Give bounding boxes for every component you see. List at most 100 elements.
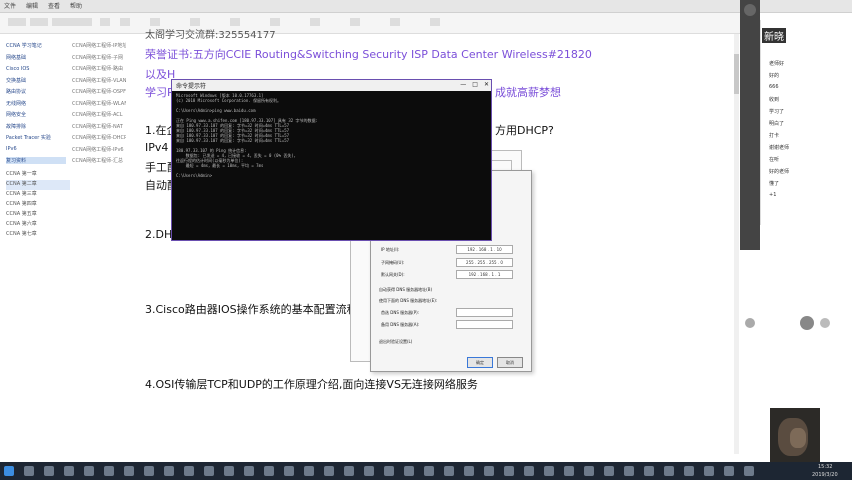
menu-edit[interactable]: 编辑 [26,1,38,10]
list-item[interactable]: CCNA 学习笔记 CCNA网络工程师-IP地址 [6,40,134,52]
page-item[interactable]: CCNA 第一章 [6,170,70,180]
page-item[interactable]: CCNA 第三章 [6,190,70,200]
page-item-selected[interactable]: CCNA 第二章 [6,180,70,190]
app-icon[interactable] [644,466,654,476]
list-item[interactable]: Cisco IOS CCNA网络工程师-路由 [6,63,134,75]
app-icon[interactable] [84,466,94,476]
gateway-field[interactable]: 192 . 168 . 1 . 1 [456,270,513,279]
page-item[interactable]: CCNA 第五章 [6,210,70,220]
toolbar-button[interactable] [120,18,130,26]
minimize-icon[interactable]: — [460,81,466,88]
page-list: CCNA 第一章 CCNA 第二章 CCNA 第三章 CCNA 第四章 CCNA… [6,170,70,240]
app-icon[interactable] [344,466,354,476]
toolbar-button[interactable] [30,18,48,26]
ip-address-field[interactable]: 192 . 168 . 1 . 10 [456,245,513,254]
ok-button[interactable]: 确定 [467,357,493,368]
start-icon[interactable] [4,466,14,476]
list-item[interactable]: 网络安全 CCNA网络工程师-ACL [6,109,134,121]
ip-address-label: IP 地址(I): [381,247,400,252]
subnet-mask-field[interactable]: 255 . 255 . 255 . 0 [456,258,513,267]
app-icon[interactable] [604,466,614,476]
toolbar-button[interactable] [100,18,110,26]
close-icon[interactable]: ✕ [484,81,489,88]
taskview-icon[interactable] [44,466,54,476]
list-item[interactable]: 交换基础 CCNA网络工程师-VLAN [6,75,134,87]
clock-date[interactable]: 2019/3/20 [812,472,838,478]
app-icon[interactable] [424,466,434,476]
auto-dns-radio[interactable]: 自动获得 DNS 服务器地址(B) [379,287,432,293]
app-icon[interactable] [184,466,194,476]
app-icon[interactable] [324,466,334,476]
chat-panel: 老师好 好的 666 收到 学习了 明白了 打卡 谢谢老师 在听 好的老师 懂了… [760,20,852,225]
menu-file[interactable]: 文件 [4,1,16,10]
app-icon[interactable] [284,466,294,476]
app-icon[interactable] [144,466,154,476]
app-icon[interactable] [564,466,574,476]
chat-message: 好的老师 [769,169,790,175]
chat-message: 666 [769,84,779,90]
command-prompt-window[interactable]: 命令提示符 — □ ✕ Microsoft Windows [版本 10.0.1… [171,79,492,241]
avatar[interactable] [800,316,814,330]
menu-help[interactable]: 帮助 [70,1,82,10]
toolbar-button[interactable] [8,18,26,26]
app-icon[interactable] [204,466,214,476]
cancel-button[interactable]: 取消 [497,357,523,368]
vertical-scrollbar[interactable] [734,34,739,454]
app-icon[interactable] [744,466,754,476]
list-item[interactable]: IPv6 CCNA网络工程师-IPv6 [6,144,134,156]
app-icon[interactable] [484,466,494,476]
webcam-video [770,408,820,464]
app-icon[interactable] [504,466,514,476]
cmd-output[interactable]: Microsoft Windows [版本 10.0.17763.1] (c) 2… [172,91,491,180]
app-icon[interactable] [364,466,374,476]
app-icon[interactable] [264,466,274,476]
chat-message: 明白了 [769,121,785,127]
chat-message: +1 [769,192,777,198]
app-icon[interactable] [704,466,714,476]
static-dns-radio[interactable]: 使用下面的 DNS 服务器地址(E): [379,298,437,304]
preferred-dns-field[interactable] [456,308,513,317]
app-icon[interactable] [544,466,554,476]
app-icon[interactable] [404,466,414,476]
page-item[interactable]: CCNA 第七章 [6,230,70,240]
list-item[interactable]: 故障排除 CCNA网络工程师-NAT [6,121,134,133]
app-icon[interactable] [164,466,174,476]
list-item[interactable]: 网络基础 CCNA网络工程师-子网 [6,52,134,64]
app-icon[interactable] [464,466,474,476]
app-icon[interactable] [584,466,594,476]
toolbar-dropdown[interactable] [52,18,92,26]
app-icon[interactable] [64,466,74,476]
list-item[interactable]: 无线网络 CCNA网络工程师-WLAN [6,98,134,110]
alternate-dns-label: 备用 DNS 服务器(A): [381,322,420,327]
list-item-selected[interactable]: 复习资料 CCNA网络工程师-汇总 [6,155,134,167]
app-icon[interactable] [724,466,734,476]
maximize-icon[interactable]: □ [472,81,478,88]
avatar[interactable] [745,318,755,328]
list-item[interactable]: Packet Tracer 实验 CCNA网络工程师-DHCP [6,132,134,144]
validate-checkbox[interactable]: 退出时验证设置(L) [379,339,412,345]
list-item[interactable]: 路由协议 CCNA网络工程师-OSPF [6,86,134,98]
chat-message: 好的 [769,73,780,79]
page-item[interactable]: CCNA 第四章 [6,200,70,210]
chat-message: 在听 [769,157,780,163]
app-icon[interactable] [624,466,634,476]
avatar[interactable] [820,318,830,328]
avatar[interactable] [744,4,756,16]
app-icon[interactable] [244,466,254,476]
app-icon[interactable] [384,466,394,476]
app-icon[interactable] [304,466,314,476]
search-icon[interactable] [24,466,34,476]
app-icon[interactable] [124,466,134,476]
scrollbar-thumb[interactable] [734,54,739,94]
app-icon[interactable] [664,466,674,476]
menu-view[interactable]: 查看 [48,1,60,10]
app-icon[interactable] [524,466,534,476]
page-item[interactable]: CCNA 第六章 [6,220,70,230]
clock-time[interactable]: 15:32 [818,464,832,470]
app-icon[interactable] [224,466,234,476]
app-icon[interactable] [104,466,114,476]
cmd-titlebar[interactable]: 命令提示符 — □ ✕ [172,80,491,91]
app-icon[interactable] [684,466,694,476]
app-icon[interactable] [444,466,454,476]
alternate-dns-field[interactable] [456,320,513,329]
